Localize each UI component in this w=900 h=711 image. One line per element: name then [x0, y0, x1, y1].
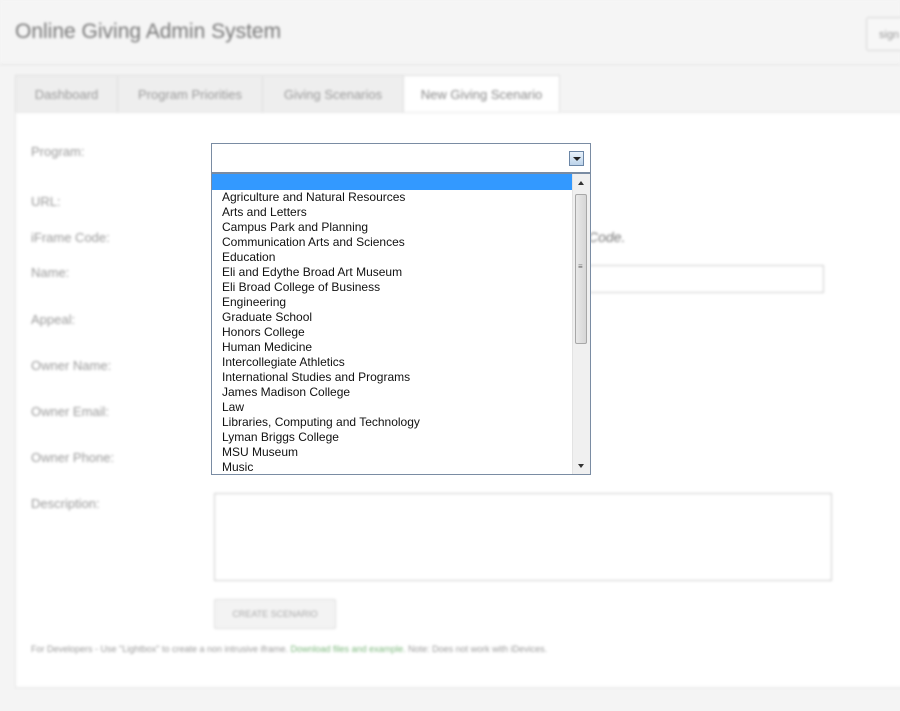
program-option[interactable]: Human Medicine	[212, 340, 572, 355]
arrow-down-icon[interactable]	[573, 457, 590, 474]
program-option[interactable]: Campus Park and Planning	[212, 220, 572, 235]
scrollbar-thumb[interactable]: ≡	[575, 194, 587, 344]
iframe-code-label: iFrame Code:	[31, 230, 110, 245]
top-bar: Online Giving Admin System sign	[0, 0, 900, 65]
top-right-button[interactable]: sign	[866, 17, 900, 51]
description-label: Description:	[31, 496, 100, 511]
program-option[interactable]: International Studies and Programs	[212, 370, 572, 385]
program-option[interactable]: Arts and Letters	[212, 205, 572, 220]
program-label: Program:	[31, 144, 85, 159]
create-scenario-button[interactable]: CREATE SCENARIO	[214, 599, 336, 629]
program-option[interactable]: Engineering	[212, 295, 572, 310]
program-option[interactable]: Communication Arts and Sciences	[212, 235, 572, 250]
program-select[interactable]	[211, 143, 591, 173]
program-options: Agriculture and Natural Resources Arts a…	[212, 174, 572, 474]
owner-name-label: Owner Name:	[31, 358, 112, 373]
name-label: Name:	[31, 265, 70, 280]
program-option[interactable]: Agriculture and Natural Resources	[212, 190, 572, 205]
program-option[interactable]: Music	[212, 460, 572, 474]
description-textarea[interactable]	[214, 493, 832, 581]
program-option[interactable]: Education	[212, 250, 572, 265]
developer-note-text: For Developers - Use "Lightbox" to creat…	[31, 644, 289, 654]
program-option[interactable]: James Madison College	[212, 385, 572, 400]
program-option[interactable]: Honors College	[212, 325, 572, 340]
chevron-down-icon[interactable]	[569, 151, 584, 166]
tab-giving-scenarios[interactable]: Giving Scenarios	[262, 75, 404, 113]
dropdown-scrollbar[interactable]: ≡	[572, 174, 590, 474]
program-option[interactable]: Lyman Briggs College	[212, 430, 572, 445]
program-option[interactable]: Libraries, Computing and Technology	[212, 415, 572, 430]
iframe-code-value: Code.	[588, 229, 626, 245]
grip-icon: ≡	[578, 262, 583, 271]
tab-dashboard[interactable]: Dashboard	[15, 75, 118, 113]
url-label: URL:	[31, 194, 61, 209]
program-option[interactable]: Eli and Edythe Broad Art Museum	[212, 265, 572, 280]
tab-new-giving-scenario[interactable]: New Giving Scenario	[403, 75, 560, 113]
developer-note-suffix: Note: Does not work with iDevices.	[408, 644, 548, 654]
program-option[interactable]: Intercollegiate Athletics	[212, 355, 572, 370]
app-title: Online Giving Admin System	[15, 20, 282, 43]
download-files-link[interactable]: Download files and example.	[291, 644, 406, 654]
program-option[interactable]: Eli Broad College of Business	[212, 280, 572, 295]
arrow-up-icon[interactable]	[573, 174, 590, 191]
program-option[interactable]: Graduate School	[212, 310, 572, 325]
appeal-label: Appeal:	[31, 312, 76, 327]
owner-email-label: Owner Email:	[31, 404, 110, 419]
developer-note: For Developers - Use "Lightbox" to creat…	[31, 644, 547, 654]
name-input[interactable]	[588, 265, 824, 293]
owner-phone-label: Owner Phone:	[31, 450, 115, 465]
program-option[interactable]: MSU Museum	[212, 445, 572, 460]
program-option[interactable]: Law	[212, 400, 572, 415]
program-option-blank[interactable]	[212, 174, 572, 190]
program-dropdown-list[interactable]: Agriculture and Natural Resources Arts a…	[211, 173, 591, 475]
tab-program-priorities[interactable]: Program Priorities	[117, 75, 263, 113]
